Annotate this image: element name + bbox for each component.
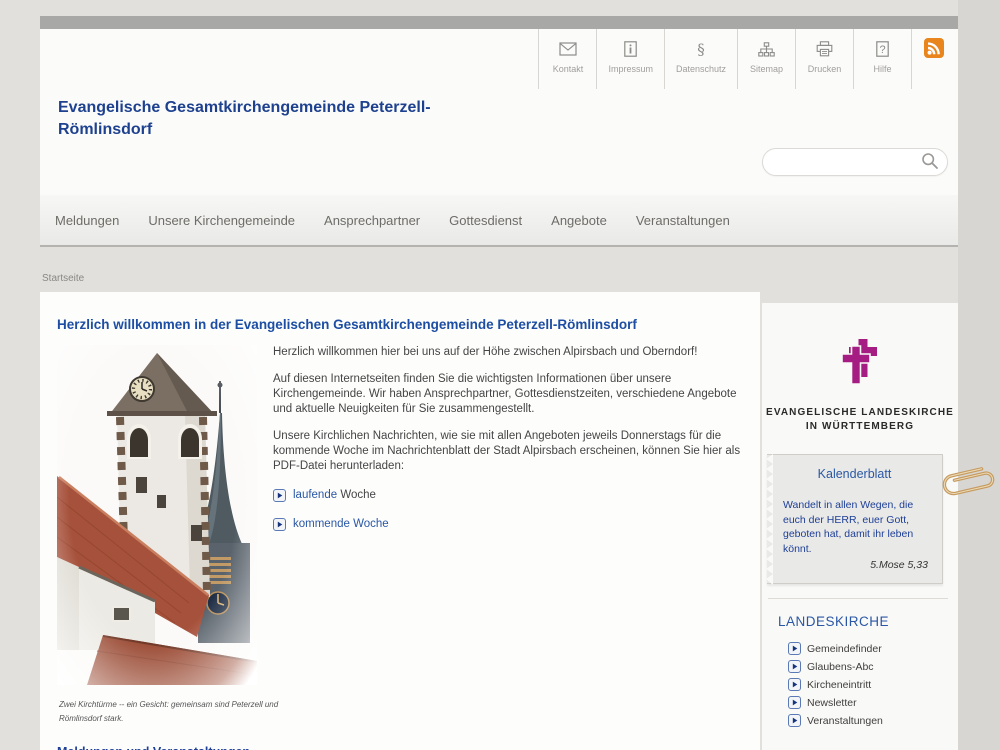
utility-hilfe[interactable]: ? Hilfe — [853, 29, 911, 89]
kalenderblatt-widget: Kalenderblatt Wandelt in allen Wegen, di… — [767, 454, 943, 584]
arrow-link-icon — [788, 660, 801, 673]
search-icon — [921, 152, 939, 173]
rss-icon — [924, 38, 944, 63]
kalenderblatt-quote: Wandelt in allen Wegen, die euch der HER… — [783, 498, 930, 556]
intro-text: Herzlich willkommen hier bei uns auf der… — [273, 345, 743, 690]
utility-label: Hilfe — [873, 64, 891, 74]
svg-text:§: § — [697, 41, 705, 58]
sitemap-icon — [758, 38, 775, 60]
nav-item-angebote[interactable]: Angebote — [551, 213, 607, 228]
landeskirche-section-title: LANDESKIRCHE — [778, 614, 958, 629]
utility-drucken[interactable]: Drucken — [795, 29, 853, 89]
paragraph: Auf diesen Internetseiten finden Sie die… — [273, 372, 743, 417]
image-caption: Zwei Kirchtürme -- ein Gesicht: gemeinsa… — [59, 698, 309, 726]
double-cross-icon — [835, 376, 885, 393]
arrow-link-icon — [273, 518, 286, 531]
svg-text:?: ? — [879, 44, 885, 56]
landeskirche-logo[interactable]: EVANGELISCHE LANDESKIRCHE IN WÜRTTEMBERG — [762, 303, 958, 434]
church-photo — [57, 345, 257, 690]
page-background-shade — [958, 0, 1000, 750]
paragraph: Unsere Kirchlichen Nachrichten, wie sie … — [273, 429, 743, 474]
link-gemeindefinder[interactable]: Gemeindefinder — [788, 642, 958, 655]
search-input[interactable] — [777, 155, 921, 169]
link-laufende-woche[interactable]: laufende — [293, 488, 337, 503]
search-button[interactable] — [921, 152, 939, 173]
top-gray-bar — [40, 16, 958, 29]
link-glaubens-abc[interactable]: Glaubens-Abc — [788, 660, 958, 673]
section-heading: Meldungen und Veranstaltungen — [57, 745, 743, 750]
utility-label: Datenschutz — [676, 64, 726, 74]
site-title: Evangelische Gesamtkirchengemeinde Peter… — [58, 97, 458, 141]
utility-label: Kontakt — [553, 64, 584, 74]
rss-button[interactable] — [911, 29, 954, 89]
paragraph: Herzlich willkommen hier bei uns auf der… — [273, 345, 743, 360]
search-area — [762, 148, 948, 176]
envelope-icon — [559, 38, 577, 60]
paragraph-icon: § — [695, 38, 707, 60]
landeskirche-links: Gemeindefinder Glaubens-Abc Kircheneintr… — [762, 642, 958, 727]
sidebar: EVANGELISCHE LANDESKIRCHE IN WÜRTTEMBERG… — [762, 303, 958, 750]
nav-item-meldungen[interactable]: Meldungen — [55, 213, 119, 228]
main-nav: Meldungen Unsere Kirchengemeinde Ansprec… — [40, 195, 958, 247]
utility-sitemap[interactable]: Sitemap — [737, 29, 795, 89]
utility-datenschutz[interactable]: § Datenschutz — [664, 29, 737, 89]
logo-text-line1: EVANGELISCHE LANDESKIRCHE — [762, 406, 958, 420]
logo-text-line2: IN WÜRTTEMBERG — [762, 420, 958, 434]
nav-item-unsere-kirchengemeinde[interactable]: Unsere Kirchengemeinde — [148, 213, 295, 228]
breadcrumb[interactable]: Startseite — [42, 273, 84, 284]
kalenderblatt-title[interactable]: Kalenderblatt — [767, 467, 942, 481]
page-container: Evangelische Gesamtkirchengemeinde Peter… — [40, 16, 958, 247]
arrow-link-icon — [273, 489, 286, 502]
arrow-link-icon — [788, 714, 801, 727]
link-suffix: Woche — [337, 488, 376, 503]
sidebar-divider — [768, 598, 948, 599]
nav-item-gottesdienst[interactable]: Gottesdienst — [449, 213, 522, 228]
arrow-link-icon — [788, 642, 801, 655]
printer-icon — [816, 38, 833, 60]
site-header: Evangelische Gesamtkirchengemeinde Peter… — [40, 29, 958, 195]
utility-label: Sitemap — [750, 64, 783, 74]
utility-impressum[interactable]: Impressum — [596, 29, 664, 89]
link-kircheneintritt[interactable]: Kircheneintritt — [788, 678, 958, 691]
arrow-link-icon — [788, 678, 801, 691]
torn-edge-decoration — [766, 454, 773, 585]
link-veranstaltungen[interactable]: Veranstaltungen — [788, 714, 958, 727]
nav-item-ansprechpartner[interactable]: Ansprechpartner — [324, 213, 420, 228]
download-current-week: laufende Woche — [273, 488, 743, 503]
link-kommende-woche[interactable]: kommende Woche — [293, 517, 389, 532]
search-box — [762, 148, 948, 176]
nav-item-veranstaltungen[interactable]: Veranstaltungen — [636, 213, 730, 228]
arrow-link-icon — [788, 696, 801, 709]
main-content: Herzlich willkommen in der Evangelischen… — [40, 292, 760, 750]
page-title: Herzlich willkommen in der Evangelischen… — [57, 317, 743, 332]
utility-label: Impressum — [608, 64, 653, 74]
download-next-week: kommende Woche — [273, 517, 743, 532]
utility-nav: Kontakt Impressum § Datenschutz Sitemap — [538, 29, 954, 89]
help-icon: ? — [876, 38, 889, 60]
utility-label: Drucken — [808, 64, 842, 74]
utility-kontakt[interactable]: Kontakt — [538, 29, 596, 89]
info-icon — [624, 38, 637, 60]
link-newsletter[interactable]: Newsletter — [788, 696, 958, 709]
kalenderblatt-source: 5.Mose 5,33 — [767, 559, 928, 571]
